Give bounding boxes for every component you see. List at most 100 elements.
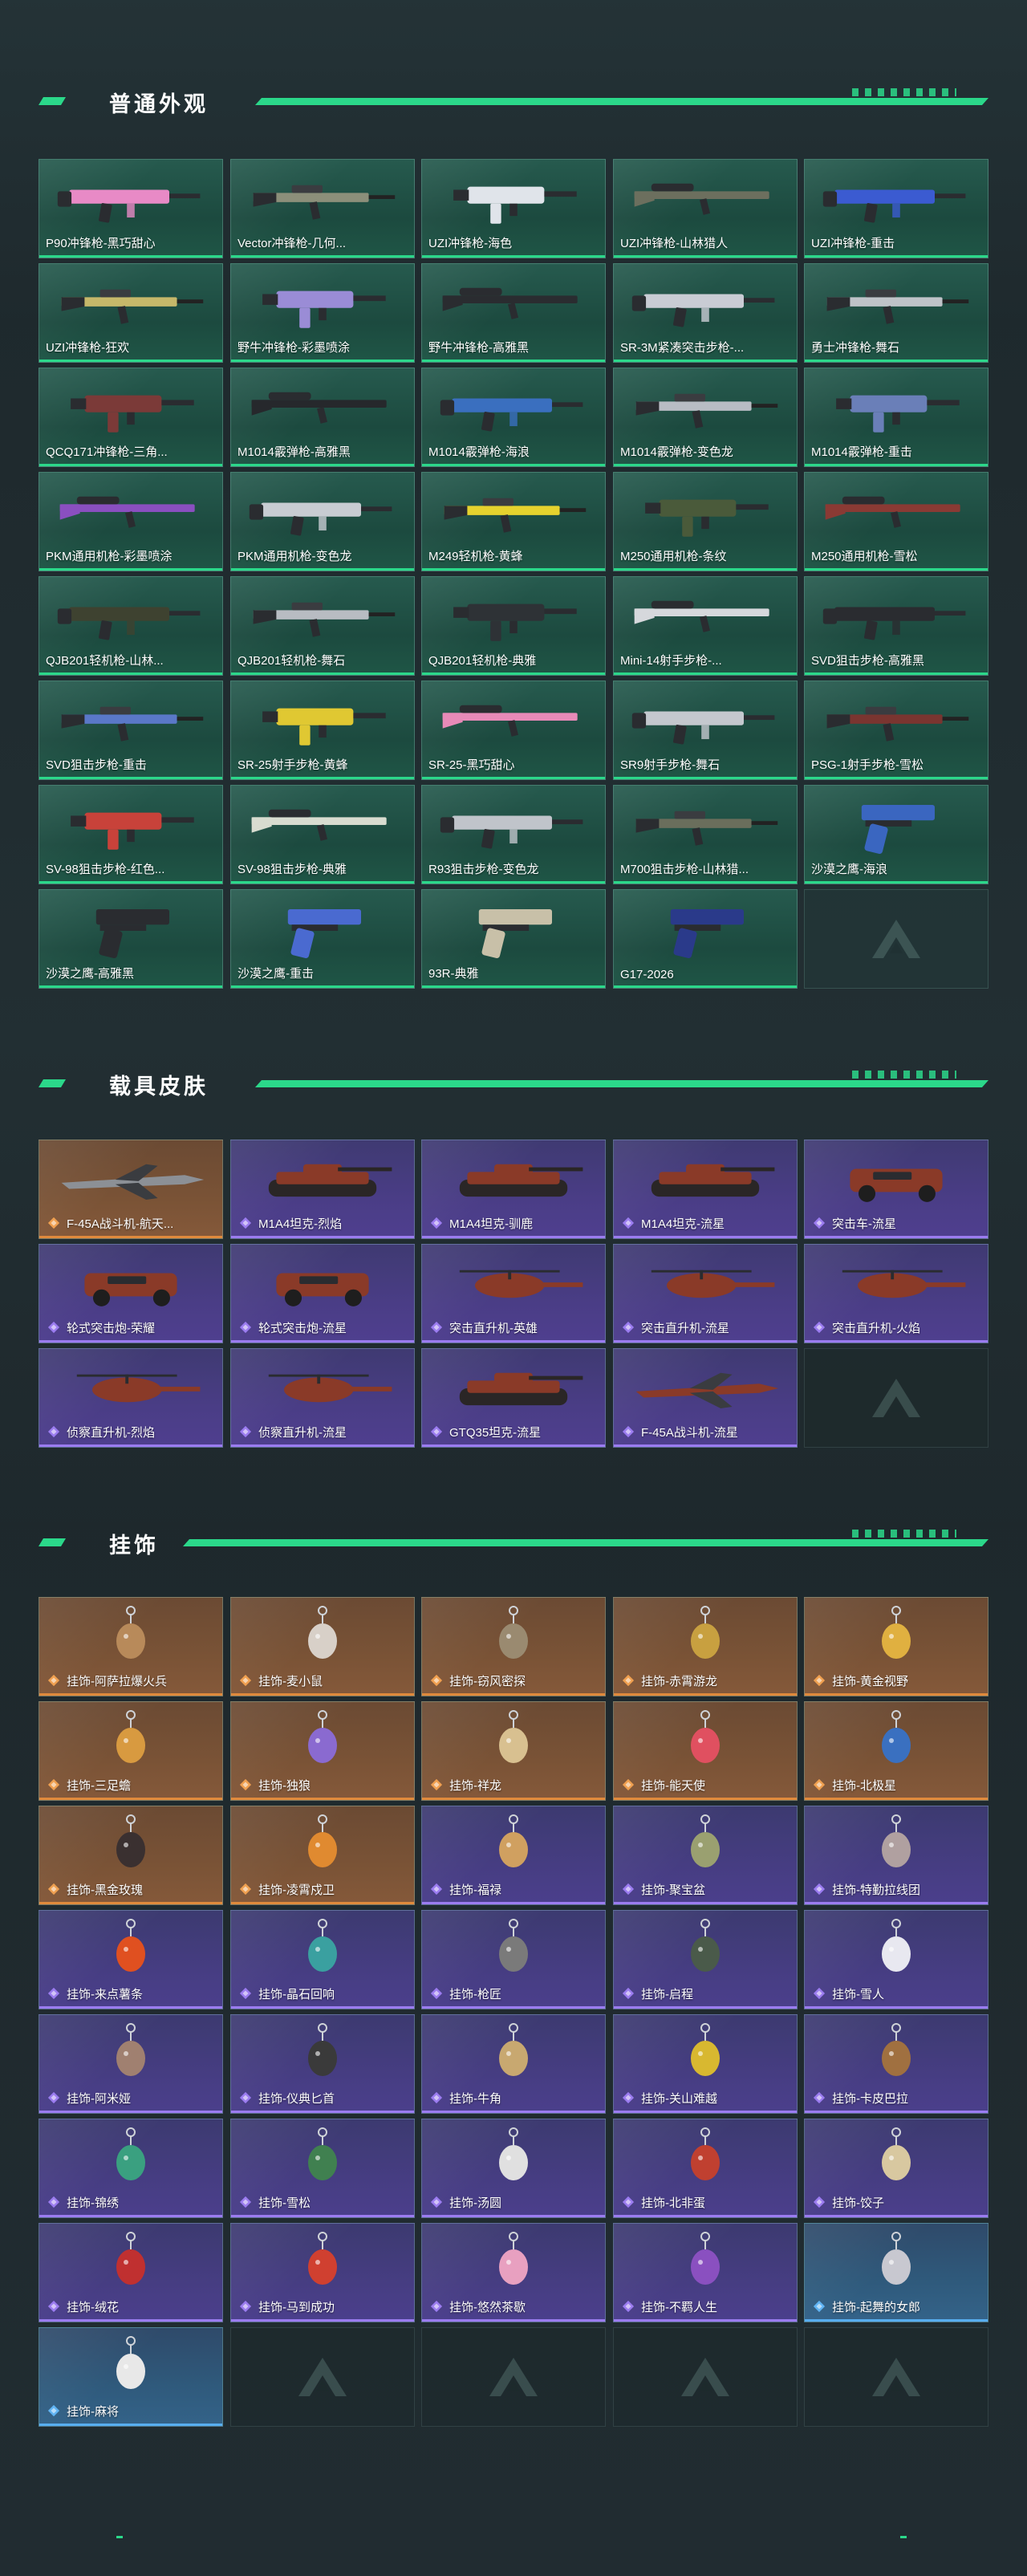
vehicle-card[interactable]: M1A4坦克-烈焰 bbox=[230, 1140, 415, 1239]
weapon-card[interactable]: SR-25-黑巧甜心 bbox=[421, 681, 606, 780]
weapon-card[interactable]: 93R-典雅 bbox=[421, 889, 606, 989]
weapon-card[interactable]: 沙漠之鹰-高雅黑 bbox=[39, 889, 223, 989]
vehicle-card[interactable]: 侦察直升机-流星 bbox=[230, 1348, 415, 1448]
charm-card[interactable]: 挂饰-雪人 bbox=[804, 1910, 988, 2009]
vehicle-card[interactable]: 突击直升机-英雄 bbox=[421, 1244, 606, 1343]
charm-card[interactable]: 挂饰-窃风密探 bbox=[421, 1597, 606, 1696]
weapon-card[interactable]: P90冲锋枪-黑巧甜心 bbox=[39, 159, 223, 258]
charm-card[interactable]: 挂饰-绒花 bbox=[39, 2223, 223, 2322]
weapon-card[interactable]: 野牛冲锋枪-彩墨喷涂 bbox=[230, 263, 415, 363]
weapon-card[interactable]: UZI冲锋枪-重击 bbox=[804, 159, 988, 258]
item-label: 挂饰-启程 bbox=[641, 1988, 693, 2001]
item-label: M1A4坦克-烈焰 bbox=[258, 1217, 343, 1231]
charm-card[interactable]: 挂饰-枪匠 bbox=[421, 1910, 606, 2009]
rarity-bar bbox=[231, 2215, 414, 2217]
vehicle-card[interactable]: 突击直升机-火焰 bbox=[804, 1244, 988, 1343]
weapon-card[interactable]: G17-2026 bbox=[613, 889, 798, 989]
charm-card[interactable]: 挂饰-麻将 bbox=[39, 2327, 223, 2427]
weapon-card[interactable]: SV-98狙击步枪-典雅 bbox=[230, 785, 415, 884]
weapon-card[interactable]: PKM通用机枪-彩墨喷涂 bbox=[39, 472, 223, 571]
weapon-card[interactable]: M1014霰弹枪-变色龙 bbox=[613, 368, 798, 467]
vehicle-card[interactable]: M1A4坦克-驯鹿 bbox=[421, 1140, 606, 1239]
charm-card[interactable]: 挂饰-悠然茶歇 bbox=[421, 2223, 606, 2322]
charm-card[interactable]: 挂饰-黄金视野 bbox=[804, 1597, 988, 1696]
rarity-bar bbox=[231, 1340, 414, 1343]
weapon-card[interactable]: M1014霰弹枪-高雅黑 bbox=[230, 368, 415, 467]
rarity-icon bbox=[239, 1217, 252, 1229]
weapon-card[interactable]: SVD狙击步枪-高雅黑 bbox=[804, 576, 988, 676]
weapon-card[interactable]: SVD狙击步枪-重击 bbox=[39, 681, 223, 780]
weapon-card[interactable]: QJB201轻机枪-典雅 bbox=[421, 576, 606, 676]
charm-card[interactable]: 挂饰-黑金玫瑰 bbox=[39, 1806, 223, 1905]
weapon-card[interactable]: PKM通用机枪-变色龙 bbox=[230, 472, 415, 571]
weapon-card[interactable]: SR-3M紧凑突击步枪-... bbox=[613, 263, 798, 363]
weapon-card[interactable]: QJB201轻机枪-山林... bbox=[39, 576, 223, 676]
charm-card[interactable]: 挂饰-晶石回响 bbox=[230, 1910, 415, 2009]
vehicle-card[interactable]: F-45A战斗机-流星 bbox=[613, 1348, 798, 1448]
charm-image bbox=[680, 1604, 731, 1672]
weapon-card[interactable]: M250通用机枪-条纹 bbox=[613, 472, 798, 571]
vehicle-card[interactable]: 轮式突击炮-荣耀 bbox=[39, 1244, 223, 1343]
charm-card[interactable]: 挂饰-来点薯条 bbox=[39, 1910, 223, 2009]
charm-card[interactable]: 挂饰-福禄 bbox=[421, 1806, 606, 1905]
weapon-card[interactable]: UZI冲锋枪-海色 bbox=[421, 159, 606, 258]
weapon-image bbox=[246, 376, 400, 439]
weapon-card[interactable]: M1014霰弹枪-海浪 bbox=[421, 368, 606, 467]
charm-card[interactable]: 挂饰-北非蛋 bbox=[613, 2119, 798, 2218]
charm-card[interactable]: 挂饰-饺子 bbox=[804, 2119, 988, 2218]
charm-card[interactable]: 挂饰-祥龙 bbox=[421, 1701, 606, 1801]
weapon-card[interactable]: PSG-1射手步枪-雪松 bbox=[804, 681, 988, 780]
weapon-card[interactable]: SR-25射手步枪-黄蜂 bbox=[230, 681, 415, 780]
weapon-card[interactable]: QJB201轻机枪-舞石 bbox=[230, 576, 415, 676]
charm-card[interactable]: 挂饰-起舞的女郎 bbox=[804, 2223, 988, 2322]
weapon-card[interactable]: SV-98狙击步枪-红色... bbox=[39, 785, 223, 884]
charm-card[interactable]: 挂饰-牛角 bbox=[421, 2014, 606, 2114]
charm-card[interactable]: 挂饰-独狼 bbox=[230, 1701, 415, 1801]
weapon-card[interactable]: SR9射手步枪-舞石 bbox=[613, 681, 798, 780]
charm-card[interactable]: 挂饰-能天使 bbox=[613, 1701, 798, 1801]
weapon-card[interactable]: R93狙击步枪-变色龙 bbox=[421, 785, 606, 884]
charm-card[interactable]: 挂饰-赤霄游龙 bbox=[613, 1597, 798, 1696]
item-label: 挂饰-起舞的女郎 bbox=[832, 2301, 920, 2314]
charm-card[interactable]: 挂饰-马到成功 bbox=[230, 2223, 415, 2322]
weapon-card[interactable]: 野牛冲锋枪-高雅黑 bbox=[421, 263, 606, 363]
charm-card[interactable]: 挂饰-阿萨拉爆火兵 bbox=[39, 1597, 223, 1696]
charm-card[interactable]: 挂饰-关山难越 bbox=[613, 2014, 798, 2114]
charm-card[interactable]: 挂饰-凌霄戍卫 bbox=[230, 1806, 415, 1905]
charm-card[interactable]: 挂饰-阿米娅 bbox=[39, 2014, 223, 2114]
weapon-card[interactable]: M1014霰弹枪-重击 bbox=[804, 368, 988, 467]
vehicle-card[interactable]: 侦察直升机-烈焰 bbox=[39, 1348, 223, 1448]
weapon-card[interactable]: UZI冲锋枪-狂欢 bbox=[39, 263, 223, 363]
charm-card[interactable]: 挂饰-麦小鼠 bbox=[230, 1597, 415, 1696]
charm-card[interactable]: 挂饰-仪典匕首 bbox=[230, 2014, 415, 2114]
weapon-card[interactable]: Mini-14射手步枪-... bbox=[613, 576, 798, 676]
weapon-card[interactable]: QCQ171冲锋枪-三角... bbox=[39, 368, 223, 467]
weapon-card[interactable]: 沙漠之鹰-重击 bbox=[230, 889, 415, 989]
weapon-card[interactable]: Vector冲锋枪-几何... bbox=[230, 159, 415, 258]
charm-image bbox=[488, 1813, 539, 1880]
charm-card[interactable]: 挂饰-特勤拉线团 bbox=[804, 1806, 988, 1905]
weapon-card[interactable]: M700狙击步枪-山林猎... bbox=[613, 785, 798, 884]
vehicle-card[interactable]: GTQ35坦克-流星 bbox=[421, 1348, 606, 1448]
vehicle-card[interactable]: 轮式突击炮-流星 bbox=[230, 1244, 415, 1343]
rarity-bar bbox=[422, 1902, 605, 1904]
weapon-card[interactable]: 沙漠之鹰-海浪 bbox=[804, 785, 988, 884]
charm-card[interactable]: 挂饰-不羁人生 bbox=[613, 2223, 798, 2322]
charm-card[interactable]: 挂饰-聚宝盆 bbox=[613, 1806, 798, 1905]
vehicle-card[interactable]: M1A4坦克-流星 bbox=[613, 1140, 798, 1239]
charm-card[interactable]: 挂饰-启程 bbox=[613, 1910, 798, 2009]
weapon-card[interactable]: 勇士冲锋枪-舞石 bbox=[804, 263, 988, 363]
weapon-card[interactable]: M250通用机枪-雪松 bbox=[804, 472, 988, 571]
vehicle-card[interactable]: F-45A战斗机-航天... bbox=[39, 1140, 223, 1239]
charm-card[interactable]: 挂饰-雪松 bbox=[230, 2119, 415, 2218]
charm-card[interactable]: 挂饰-卡皮巴拉 bbox=[804, 2014, 988, 2114]
vehicle-card[interactable]: 突击直升机-流星 bbox=[613, 1244, 798, 1343]
weapon-card[interactable]: M249轻机枪-黄蜂 bbox=[421, 472, 606, 571]
charm-card[interactable]: 挂饰-汤圆 bbox=[421, 2119, 606, 2218]
charm-card[interactable]: 挂饰-北极星 bbox=[804, 1701, 988, 1801]
vehicle-card[interactable]: 突击车-流星 bbox=[804, 1140, 988, 1239]
charm-card[interactable]: 挂饰-锦绣 bbox=[39, 2119, 223, 2218]
weapon-card[interactable]: UZI冲锋枪-山林猎人 bbox=[613, 159, 798, 258]
item-label: 沙漠之鹰-重击 bbox=[237, 967, 314, 981]
charm-card[interactable]: 挂饰-三足蟾 bbox=[39, 1701, 223, 1801]
